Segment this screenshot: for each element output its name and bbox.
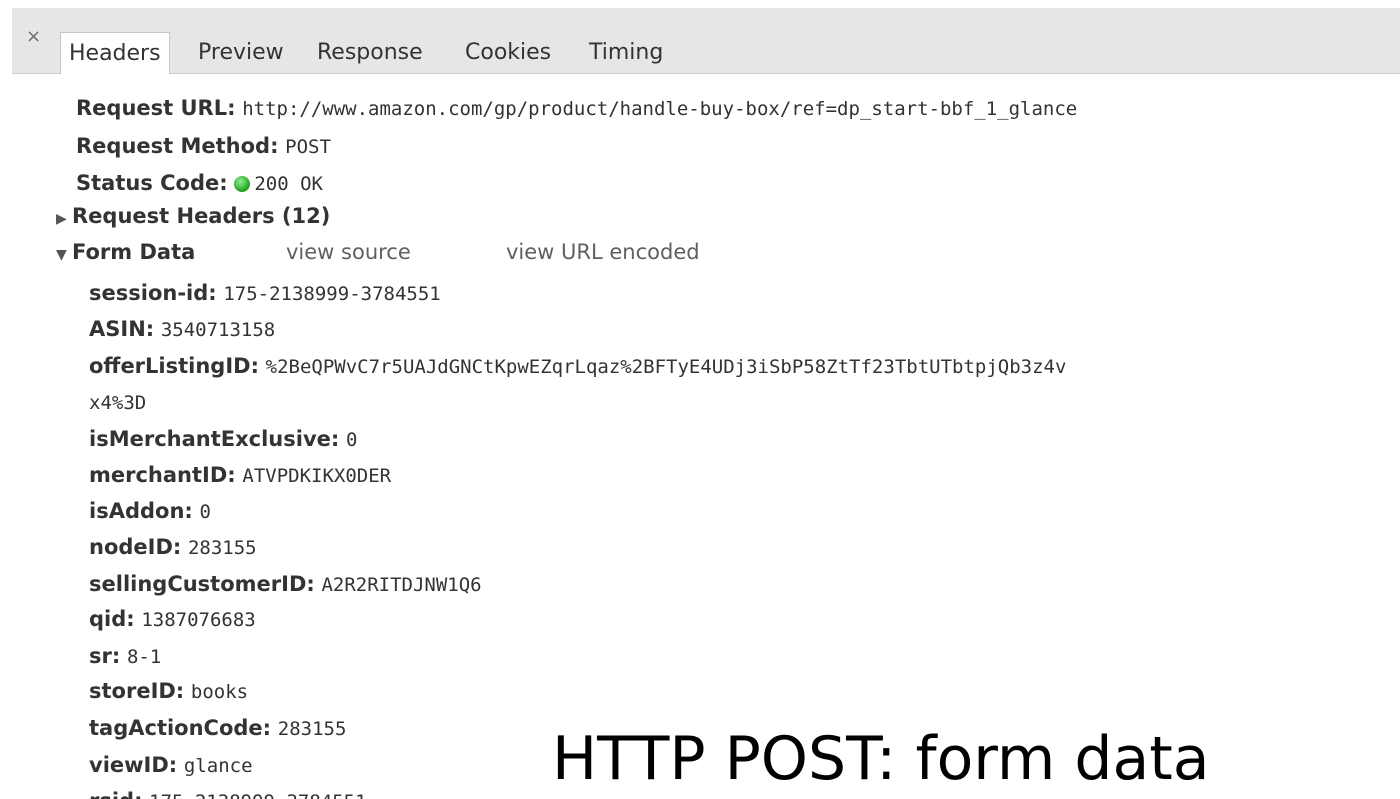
request-method-label: Request Method: <box>76 134 279 158</box>
form-data-row: ASIN: 3540713158 <box>89 316 275 343</box>
form-data-row: session-id: 175-2138999-3784551 <box>89 280 441 307</box>
form-data-key: ASIN: <box>89 317 155 341</box>
form-data-row: offerListingID: %2BeQPWvC7r5UAJdGNCtKpwE… <box>89 353 1066 380</box>
slide-caption: HTTP POST: form data <box>552 724 1210 794</box>
form-data-key: isMerchantExclusive: <box>89 427 340 451</box>
request-headers-label[interactable]: Request Headers (12) <box>72 204 330 228</box>
status-code-value: 200 OK <box>254 173 323 195</box>
form-data-value: %2BeQPWvC7r5UAJdGNCtKpwEZqrLqaz%2BFTyE4U… <box>265 356 1067 378</box>
view-source-link[interactable]: view source <box>286 239 411 265</box>
form-data-row: merchantID: ATVPDKIKX0DER <box>89 462 391 489</box>
form-data-key: tagActionCode: <box>89 716 272 740</box>
close-icon[interactable]: × <box>26 28 41 46</box>
triangle-down-icon[interactable]: ▼ <box>56 242 72 268</box>
form-data-row: viewID: glance <box>89 752 253 779</box>
tab-cookies[interactable]: Cookies <box>465 32 551 74</box>
form-data-key: offerListingID: <box>89 354 259 378</box>
form-data-row: isMerchantExclusive: 0 <box>89 426 357 453</box>
form-data-value: 175-2138999-3784551 <box>149 791 366 799</box>
form-data-key: sellingCustomerID: <box>89 572 315 596</box>
triangle-right-icon[interactable]: ▶ <box>56 206 72 232</box>
view-url-encoded-link[interactable]: view URL encoded <box>506 239 700 265</box>
request-url-row: Request URL: http://www.amazon.com/gp/pr… <box>76 95 1077 122</box>
form-data-key: nodeID: <box>89 535 182 559</box>
form-data-section[interactable]: ▼ Form Data <box>56 239 195 268</box>
form-data-value-continuation: x4%3D <box>89 389 146 416</box>
form-data-value: A2R2RITDJNW1Q6 <box>321 574 482 596</box>
form-data-value: 8-1 <box>126 646 162 668</box>
form-data-row: qid: 1387076683 <box>89 606 256 633</box>
form-data-value: 283155 <box>277 718 347 740</box>
tab-timing[interactable]: Timing <box>589 32 663 74</box>
form-data-row: tagActionCode: 283155 <box>89 715 346 742</box>
request-headers-section[interactable]: ▶ Request Headers (12) <box>56 203 330 232</box>
request-method-value: POST <box>285 136 331 158</box>
form-data-key: sr: <box>89 644 121 668</box>
form-data-row: rsid: 175-2138999-3784551 <box>89 788 367 799</box>
form-data-value: 0 <box>345 429 358 451</box>
form-data-value: 0 <box>199 501 211 523</box>
devtools-tab-bar: × Headers Preview Response Cookies Timin… <box>12 8 1400 74</box>
request-url-label: Request URL: <box>76 96 236 120</box>
form-data-key: qid: <box>89 607 135 631</box>
status-ok-icon <box>234 176 251 192</box>
form-data-label[interactable]: Form Data <box>72 240 195 264</box>
tab-response[interactable]: Response <box>317 32 423 74</box>
form-data-value: books <box>190 681 249 703</box>
form-data-value: 175-2138999-3784551 <box>223 283 441 305</box>
status-code-label: Status Code: <box>76 171 228 195</box>
form-data-key: storeID: <box>89 679 185 703</box>
form-data-key: rsid: <box>89 789 142 799</box>
form-data-row: sellingCustomerID: A2R2RITDJNW1Q6 <box>89 571 482 598</box>
form-data-key: session-id: <box>89 281 217 305</box>
form-data-row: sr: 8-1 <box>89 643 161 670</box>
headers-panel: Request URL: http://www.amazon.com/gp/pr… <box>0 74 1400 799</box>
form-data-row: storeID: books <box>89 678 248 705</box>
request-method-row: Request Method: POST <box>76 133 331 160</box>
form-data-value: 1387076683 <box>141 609 256 631</box>
form-data-key: merchantID: <box>89 463 236 487</box>
form-data-value: 3540713158 <box>160 319 276 341</box>
form-data-row: isAddon: 0 <box>89 498 211 525</box>
form-data-key: isAddon: <box>89 499 193 523</box>
form-data-value: 283155 <box>187 537 257 559</box>
form-data-value-wrap: x4%3D <box>89 392 147 414</box>
tab-headers[interactable]: Headers <box>60 32 170 74</box>
form-data-value: ATVPDKIKX0DER <box>242 465 392 487</box>
status-code-row: Status Code: 200 OK <box>76 170 323 197</box>
form-data-key: viewID: <box>89 753 178 777</box>
form-data-value: glance <box>183 755 253 777</box>
request-url-value: http://www.amazon.com/gp/product/handle-… <box>242 98 1078 120</box>
tab-preview[interactable]: Preview <box>198 32 284 74</box>
form-data-row: nodeID: 283155 <box>89 534 257 561</box>
